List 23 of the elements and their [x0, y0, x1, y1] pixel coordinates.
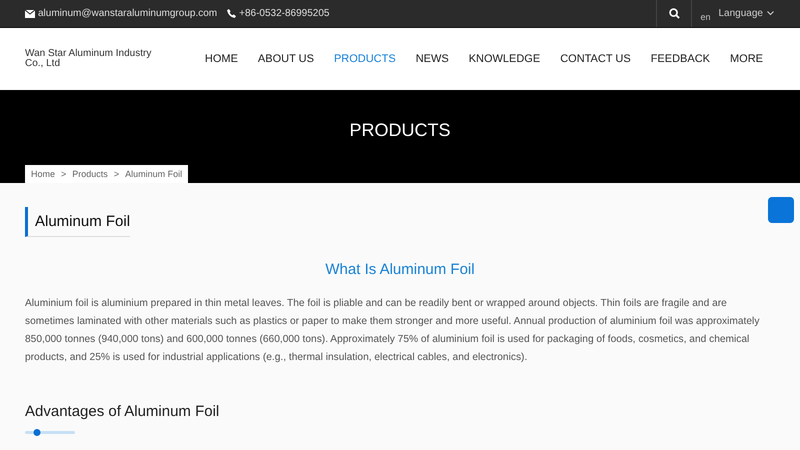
description-paragraph: Aluminium foil is aluminium prepared in thin metal leaves. The foil is pliable and can be readily bent or wrapped around objects. Thin foils are fragile and are sometimes laminated with other materials such as plastics or paper to make them stronger and more useful. Annual production of aluminium foil was approximately 850,000 tonnes (940,000 tons) and 600,000 tonnes (660,000 tons). Approximately 75% of aluminium foil is used for packaging of foods, cosmetics, and chemical products, and 25% is used for industrial applications (e.g., thermal insulation, electrical cables, and electronics).: [25, 297, 760, 365]
section-heading: Advantages of Aluminum Foil: [25, 403, 220, 420]
breadcrumb-link[interactable]: Products: [72, 169, 108, 179]
language-dropdown[interactable]: Language: [718, 8, 774, 19]
language-code: en: [700, 12, 710, 22]
page-heading: Aluminum Foil: [25, 207, 130, 237]
nav-link[interactable]: PRODUCTS: [334, 53, 396, 65]
nav-link[interactable]: HOME: [204, 53, 238, 65]
email-link[interactable]: aluminum@wanstaraluminumgroup.com: [38, 8, 218, 19]
company-name: Wan Star Aluminum Industry Co., Ltd: [25, 49, 152, 69]
section-title: What Is Aluminum Foil: [324, 261, 476, 278]
breadcrumb-link[interactable]: Home: [31, 169, 56, 179]
nav-link[interactable]: CONTACT US: [560, 53, 631, 65]
nav-link[interactable]: ABOUT US: [258, 53, 314, 65]
phone-number: +86-0532-86995205: [239, 8, 330, 19]
nav-link[interactable]: KNOWLEDGE: [468, 53, 540, 65]
nav-link[interactable]: FEEDBACK: [650, 53, 710, 65]
banner-title: PRODUCTS: [349, 120, 450, 142]
nav-link[interactable]: NEWS: [416, 53, 449, 65]
nav-link[interactable]: MORE: [730, 53, 763, 65]
breadcrumb-separator: >: [61, 169, 66, 179]
breadcrumb-separator: >: [114, 169, 120, 179]
breadcrumb-link[interactable]: Aluminum Foil: [125, 169, 182, 179]
